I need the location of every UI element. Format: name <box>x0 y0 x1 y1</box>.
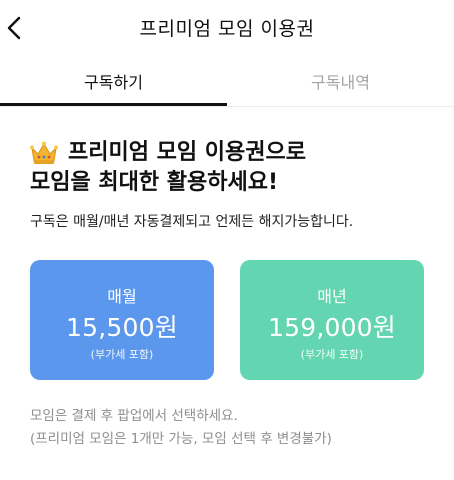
hero-heading: 프리미엄 모임 이용권으로 모임을 최대한 활용하세요! <box>30 138 430 198</box>
tab-subscription-history[interactable]: 구독내역 <box>227 56 454 105</box>
subscription-description: 구독은 매월/매년 자동결제되고 언제든 해지가능합니다. <box>30 214 354 230</box>
plan-vat-note: (부가세 포함) <box>90 348 154 361</box>
hero-title-line2: 모임을 최대한 활용하세요! <box>30 170 278 195</box>
hero-title-line1: 프리미엄 모임 이용권으로 <box>68 140 306 165</box>
plan-price: 159,000원 <box>268 313 396 342</box>
page-title: 프리미엄 모임 이용권 <box>139 18 315 40</box>
header-bar: 프리미엄 모임 이용권 <box>0 0 454 56</box>
notice-text: 모임은 결제 후 팝업에서 선택하세요. (프리미엄 모임은 1개만 가능, 모… <box>30 405 332 451</box>
tab-subscribe[interactable]: 구독하기 <box>0 56 227 106</box>
plan-name: 매월 <box>107 287 137 306</box>
crown-icon <box>30 141 58 164</box>
tab-bar: 구독하기 구독내역 <box>0 56 454 107</box>
plan-price: 15,500원 <box>66 313 178 342</box>
plan-name: 매년 <box>317 287 347 306</box>
monthly-plan-card[interactable]: 매월 15,500원 (부가세 포함) <box>30 260 214 380</box>
notice-line1: 모임은 결제 후 팝업에서 선택하세요. <box>30 408 238 424</box>
plan-vat-note: (부가세 포함) <box>300 348 364 361</box>
yearly-plan-card[interactable]: 매년 159,000원 (부가세 포함) <box>240 260 424 380</box>
notice-line2: (프리미엄 모임은 1개만 가능, 모임 선택 후 변경불가) <box>30 431 332 447</box>
